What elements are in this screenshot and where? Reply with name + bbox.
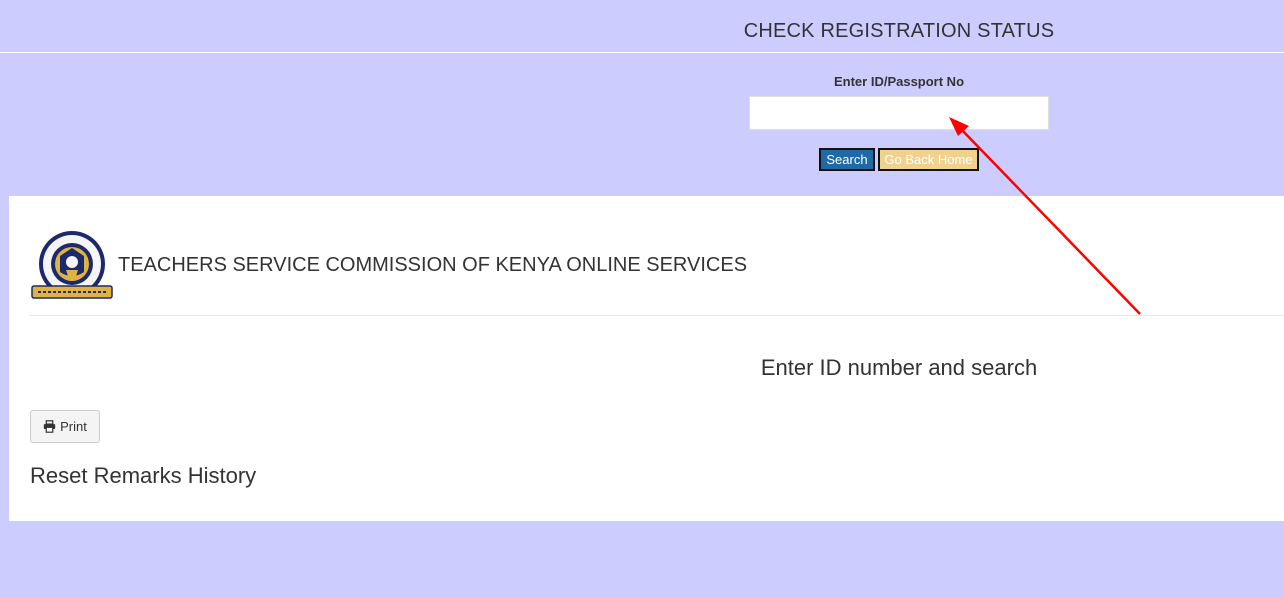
search-button[interactable]: Search — [819, 148, 875, 171]
id-passport-input[interactable] — [749, 96, 1049, 130]
print-button-label: Print — [60, 419, 87, 434]
print-button[interactable]: Print — [30, 410, 100, 443]
header-divider — [0, 52, 1284, 53]
printer-icon — [43, 420, 56, 433]
tsc-crest-logo — [31, 231, 113, 299]
reset-remarks-history-heading: Reset Remarks History — [30, 463, 257, 488]
page-header-title: CHECK REGISTRATION STATUS — [743, 20, 1055, 42]
search-instruction: Enter ID number and search — [760, 355, 1038, 380]
results-panel: TEACHERS SERVICE COMMISSION OF KENYA ONL… — [9, 196, 1284, 521]
id-passport-label: Enter ID/Passport No — [833, 74, 965, 89]
organization-title: TEACHERS SERVICE COMMISSION OF KENYA ONL… — [118, 254, 748, 276]
panel-divider — [30, 315, 1284, 316]
go-back-home-button[interactable]: Go Back Home — [878, 148, 979, 171]
